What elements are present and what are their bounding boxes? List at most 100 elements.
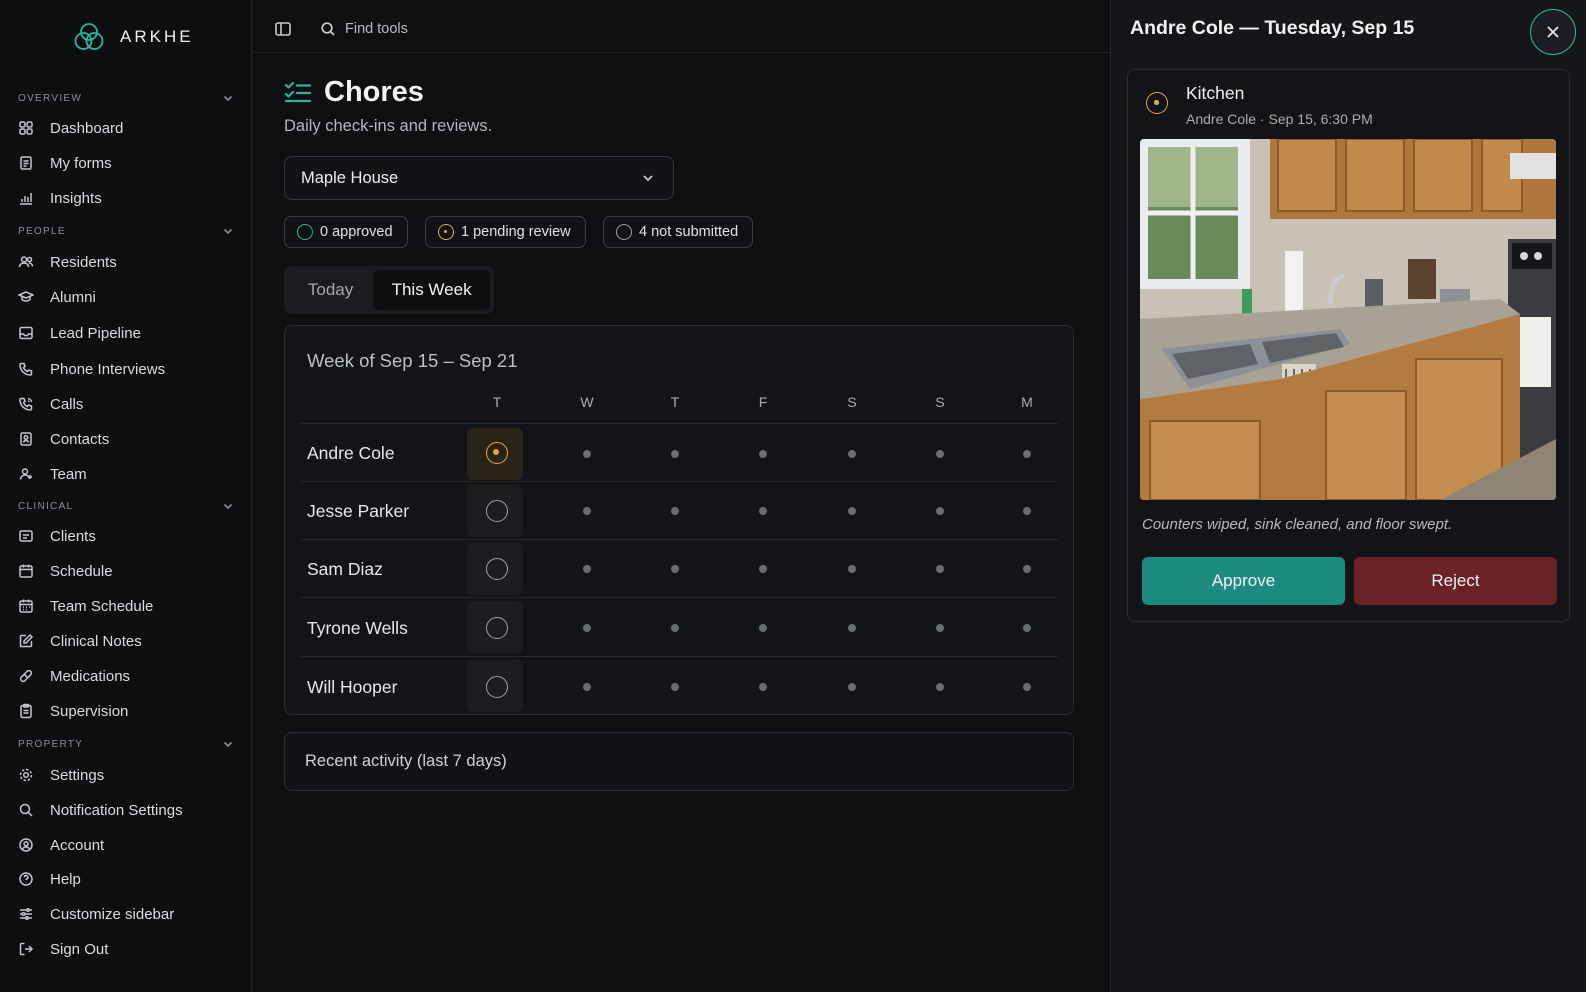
not-submitted-filter-pill[interactable]: 4 not submitted: [603, 216, 754, 248]
inbox-icon: [19, 326, 33, 340]
future-day-dot: [1023, 624, 1031, 632]
not-submitted-status-icon: [616, 224, 632, 240]
calendar-icon: [19, 564, 33, 578]
future-day-dot: [583, 683, 591, 691]
future-day-dot: [1023, 683, 1031, 691]
checklist-icon: [284, 81, 312, 102]
sidebar-item-label: Sign Out: [50, 940, 109, 958]
sidebar-item-calls[interactable]: Calls: [18, 390, 234, 418]
pending-filter-pill[interactable]: 1 pending review: [425, 216, 586, 248]
close-panel-button[interactable]: [1530, 9, 1576, 55]
future-day-dot: [1023, 565, 1031, 573]
sidebar-item-supervision[interactable]: Supervision: [18, 697, 234, 725]
sidebar-item-lead-pipeline[interactable]: Lead Pipeline: [18, 319, 234, 347]
future-day-dot: [671, 565, 679, 573]
sidebar-item-label: Clients: [50, 527, 96, 545]
residents-icon: [18, 256, 34, 268]
chore-status-pending[interactable]: [486, 442, 508, 464]
future-day-dot: [936, 450, 944, 458]
clients-icon: [19, 530, 33, 542]
pending-count: 1 pending review: [461, 224, 571, 240]
day-header: S: [847, 394, 857, 410]
sidebar-item-label: Settings: [50, 766, 105, 784]
sidebar-item-settings[interactable]: Settings: [18, 761, 234, 789]
approved-status-icon: [297, 224, 313, 240]
sidebar-item-label: Alumni: [50, 288, 96, 306]
approve-button[interactable]: Approve: [1142, 557, 1345, 605]
sliders-icon: [20, 907, 32, 921]
sidebar-item-sign-out[interactable]: Sign Out: [18, 935, 234, 963]
sidebar-item-medications[interactable]: Medications: [18, 662, 234, 690]
day-header: T: [670, 394, 680, 410]
sidebar-item-dashboard[interactable]: Dashboard: [18, 114, 234, 142]
chore-status-not-submitted[interactable]: [486, 676, 508, 698]
panel-title: Andre Cole — Tuesday, Sep 15: [1130, 17, 1415, 39]
sidebar-item-contacts[interactable]: Contacts: [18, 425, 234, 453]
section-overview[interactable]: OVERVIEW: [18, 90, 234, 106]
sidebar-item-phone-interviews[interactable]: Phone Interviews: [18, 355, 234, 383]
sidebar-item-alumni[interactable]: Alumni: [18, 283, 234, 311]
pill-icon: [19, 669, 33, 683]
future-day-dot: [759, 683, 767, 691]
resident-name: Tyrone Wells: [307, 618, 408, 638]
sidebar-item-account[interactable]: Account: [18, 831, 234, 859]
house-select-value: Maple House: [301, 168, 399, 187]
sidebar-item-insights[interactable]: Insights: [18, 184, 234, 212]
sidebar-item-label: Help: [50, 870, 81, 888]
submission-meta: Andre Cole · Sep 15, 6:30 PM: [1186, 111, 1373, 127]
sidebar-item-label: Phone Interviews: [50, 360, 166, 378]
search-icon: [321, 22, 335, 36]
submission-note: Counters wiped, sink cleaned, and floor …: [1142, 516, 1453, 533]
sidebar-toggle-button[interactable]: [274, 20, 292, 38]
future-day-dot: [759, 507, 767, 515]
future-day-dot: [848, 624, 856, 632]
tab-this-week[interactable]: This Week: [373, 270, 490, 310]
gear-icon: [19, 768, 33, 782]
future-day-dot: [848, 565, 856, 573]
phone-call-icon: [19, 397, 33, 411]
sidebar-item-residents[interactable]: Residents: [18, 248, 234, 276]
chore-status-not-submitted[interactable]: [486, 558, 508, 580]
submission-photo[interactable]: [1140, 139, 1556, 500]
page-title-text: Chores: [324, 76, 424, 108]
brand[interactable]: ARKHE: [72, 20, 194, 54]
clipboard-icon: [20, 703, 32, 719]
brand-name: ARKHE: [120, 27, 194, 46]
note-edit-icon: [19, 633, 34, 648]
sidebar-toggle-icon: [275, 22, 291, 36]
day-header: M: [1021, 394, 1033, 410]
sidebar-item-clients[interactable]: Clients: [18, 522, 234, 550]
future-day-dot: [759, 624, 767, 632]
chore-status-not-submitted[interactable]: [486, 500, 508, 522]
chore-status-not-submitted[interactable]: [486, 617, 508, 639]
sidebar-item-schedule[interactable]: Schedule: [18, 557, 234, 585]
row-divider: [300, 481, 1058, 482]
section-people[interactable]: PEOPLE: [18, 223, 234, 239]
future-day-dot: [936, 683, 944, 691]
sidebar-item-team[interactable]: Team: [18, 460, 234, 488]
find-tools-search[interactable]: Find tools: [320, 18, 408, 40]
pending-status-icon: [1146, 92, 1168, 114]
view-tabs: Today This Week: [284, 266, 494, 314]
sidebar-item-team-schedule[interactable]: Team Schedule: [18, 592, 234, 620]
section-clinical[interactable]: CLINICAL: [18, 498, 234, 514]
search-icon: [19, 803, 33, 817]
sidebar-item-notification-settings[interactable]: Notification Settings: [18, 796, 234, 824]
section-property[interactable]: PROPERTY: [18, 736, 234, 752]
sidebar-item-customize-sidebar[interactable]: Customize sidebar: [18, 900, 234, 928]
sidebar-item-help[interactable]: Help: [18, 865, 234, 893]
recent-activity-label: Recent activity (last 7 days): [305, 752, 507, 770]
reject-button[interactable]: Reject: [1354, 557, 1557, 605]
sidebar-item-clinical-notes[interactable]: Clinical Notes: [18, 627, 234, 655]
sidebar-item-label: My forms: [50, 154, 112, 172]
sidebar-item-label: Team Schedule: [50, 597, 154, 615]
tab-today[interactable]: Today: [288, 270, 373, 310]
approved-count: 0 approved: [320, 224, 393, 240]
approved-filter-pill[interactable]: 0 approved: [284, 216, 408, 248]
arkhe-logo-icon: [74, 23, 104, 50]
sidebar-item-my-forms[interactable]: My forms: [18, 149, 234, 177]
house-select[interactable]: Maple House: [284, 156, 674, 200]
sidebar-item-label: Lead Pipeline: [50, 324, 141, 342]
sidebar-item-label: Dashboard: [50, 119, 124, 137]
recent-activity-accordion[interactable]: Recent activity (last 7 days): [284, 732, 1074, 791]
